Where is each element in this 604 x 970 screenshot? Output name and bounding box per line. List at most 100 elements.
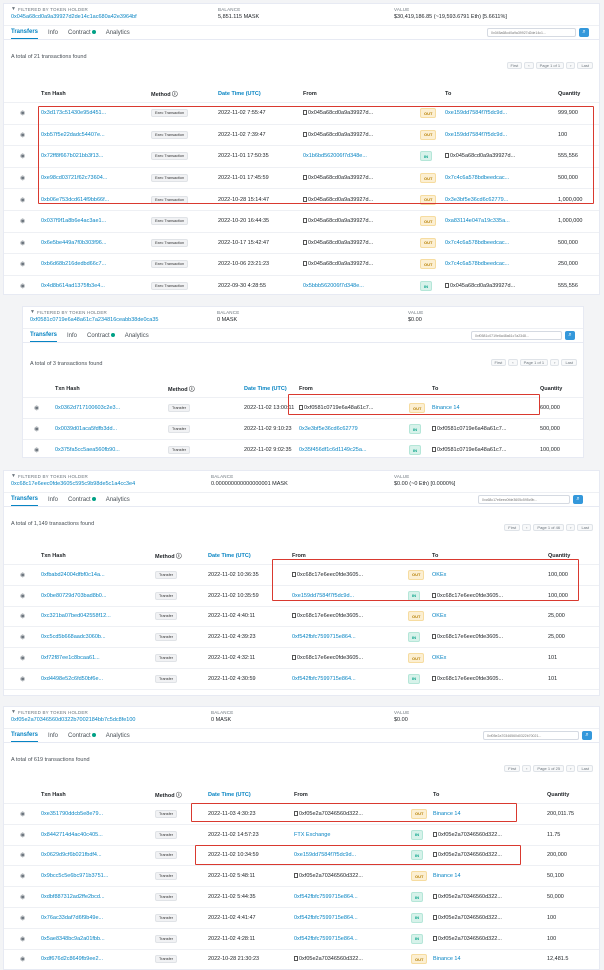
eye-icon[interactable]: ◉	[20, 655, 25, 662]
tab-info[interactable]: Info	[48, 497, 58, 506]
from-address[interactable]: 0xf542fbfc7599715e864...	[292, 676, 356, 682]
eye-icon[interactable]: ◉	[20, 175, 25, 182]
last-page-button[interactable]: Last	[577, 62, 593, 69]
tab-info[interactable]: Info	[48, 733, 58, 742]
tab-contract[interactable]: Contract	[87, 333, 115, 342]
eye-icon[interactable]: ◉	[20, 873, 25, 880]
from-address[interactable]: 0xf542fbfc7599715e864...	[292, 634, 356, 640]
from-address[interactable]: 0x1b6bd562006f7d348e...	[303, 153, 367, 159]
txn-hash-link[interactable]: 0xe98cd03721f62c73604...	[41, 175, 107, 181]
next-page-button[interactable]: ›	[550, 359, 560, 366]
from-address[interactable]: 0xf542fbfc7599715e864...	[294, 894, 358, 900]
txn-hash-link[interactable]: 0x4d8b614ad1375fb3e4...	[41, 283, 105, 289]
txn-hash-link[interactable]: 0x0039d01aca5fdfb3dd...	[55, 426, 117, 432]
tab-analytics[interactable]: Analytics	[106, 733, 130, 742]
from-address[interactable]: 0x3e3bf5e36cd6c62779	[299, 426, 358, 432]
to-address[interactable]: OKEx	[432, 655, 446, 661]
tab-contract[interactable]: Contract	[68, 497, 96, 506]
eye-icon[interactable]: ◉	[20, 894, 25, 901]
txn-hash-link[interactable]: 0xe351790ddcb5e8e79...	[41, 811, 103, 817]
from-address[interactable]: 0xe159dd7584f7f5dc9d...	[294, 852, 356, 858]
col-date-time[interactable]: Date Time (UTC)	[218, 91, 261, 97]
search-button[interactable]: ⌕	[573, 495, 583, 504]
next-page-button[interactable]: ›	[566, 765, 576, 772]
search-input[interactable]: 0xf05e2a70346560d0322b70021...	[483, 731, 579, 740]
search-input[interactable]: 0x045a68cd0a9a39927d2de14c1...	[487, 28, 576, 37]
txn-hash-link[interactable]: 0xdbf887312ad2ffe2bcd...	[41, 894, 105, 900]
eye-icon[interactable]: ◉	[34, 447, 39, 454]
eye-icon[interactable]: ◉	[34, 426, 39, 433]
txn-hash-link[interactable]: 0x9bcc5c5e6bc971b3751...	[41, 873, 108, 879]
search-input[interactable]: 0xc68c17e6eec0fde3605c595c9b...	[478, 495, 570, 504]
eye-icon[interactable]: ◉	[20, 852, 25, 859]
tab-info[interactable]: Info	[48, 30, 58, 39]
txn-hash-link[interactable]: 0xb6d68b216dedbd66c7...	[41, 261, 106, 267]
txn-hash-link[interactable]: 0x76ac33daf7d6f9b49e...	[41, 915, 103, 921]
eye-icon[interactable]: ◉	[20, 810, 25, 817]
first-page-button[interactable]: First	[504, 524, 521, 531]
txn-hash-link[interactable]: 0x72ff8f667b021bb3f13...	[41, 153, 103, 159]
next-page-button[interactable]: ›	[566, 62, 576, 69]
to-address[interactable]: 0xe159dd7584f7f5dc9d...	[445, 132, 507, 138]
eye-icon[interactable]: ◉	[20, 239, 25, 246]
to-address[interactable]: Binance 14	[433, 811, 461, 817]
eye-icon[interactable]: ◉	[20, 571, 25, 578]
last-page-button[interactable]: Last	[577, 765, 593, 772]
eye-icon[interactable]: ◉	[20, 153, 25, 160]
tab-contract[interactable]: Contract	[68, 733, 96, 742]
txn-hash-link[interactable]: 0xd4498e52c6fd50bf6e...	[41, 676, 103, 682]
last-page-button[interactable]: Last	[561, 359, 577, 366]
search-button[interactable]: ⌕	[565, 331, 575, 340]
col-date-time[interactable]: Date Time (UTC)	[208, 553, 251, 559]
txn-hash-link[interactable]: 0x8442714d4ac40c405...	[41, 832, 103, 838]
eye-icon[interactable]: ◉	[20, 935, 25, 942]
col-date-time[interactable]: Date Time (UTC)	[208, 792, 251, 798]
txn-hash-link[interactable]: 0x0362d717100603c2e3...	[55, 405, 120, 411]
prev-page-button[interactable]: ‹	[522, 765, 532, 772]
tab-contract[interactable]: Contract	[68, 30, 96, 39]
eye-icon[interactable]: ◉	[20, 110, 25, 117]
eye-icon[interactable]: ◉	[20, 131, 25, 138]
tab-transfers[interactable]: Transfers	[11, 496, 39, 506]
eye-icon[interactable]: ◉	[20, 956, 25, 963]
txn-hash-link[interactable]: 0x037f9f1a8b6e4ac3ae1...	[41, 218, 106, 224]
eye-icon[interactable]: ◉	[20, 914, 25, 921]
eye-icon[interactable]: ◉	[20, 592, 25, 599]
eye-icon[interactable]: ◉	[20, 261, 25, 268]
eye-icon[interactable]: ◉	[20, 634, 25, 641]
from-address[interactable]: FTX Exchange	[294, 832, 330, 838]
to-address[interactable]: 0x7c4c6a578bdbeedcac...	[445, 240, 509, 246]
to-address[interactable]: Binance 14	[433, 956, 461, 962]
to-address[interactable]: 0x3e3bf5e36cd6c62779...	[445, 197, 508, 203]
txn-hash-link[interactable]: 0x0be80729d703bad8b0...	[41, 593, 106, 599]
txn-hash-link[interactable]: 0x3d173c51430e95d451...	[41, 110, 106, 116]
to-address[interactable]: OKEx	[432, 572, 446, 578]
prev-page-button[interactable]: ‹	[522, 524, 532, 531]
to-address[interactable]: 0xe159dd7584f7f5dc9d...	[445, 110, 507, 116]
to-address[interactable]: 0x7c4c6a578bdbeedcac...	[445, 261, 509, 267]
txn-hash-link[interactable]: 0xc321ba07bed042558f12...	[41, 613, 111, 619]
to-address[interactable]: OKEx	[432, 613, 446, 619]
to-address[interactable]: 0x7c4c6a578bdbeedcac...	[445, 175, 509, 181]
holder-address[interactable]: 0xf05e2a70346560d0322b7002184bb7c5dc8fe1…	[11, 717, 135, 723]
from-address[interactable]: 0xf542fbfc7599715e864...	[294, 915, 358, 921]
txn-hash-link[interactable]: 0xb57f5e22dadc54407e...	[41, 132, 105, 138]
prev-page-button[interactable]: ‹	[508, 359, 518, 366]
tab-analytics[interactable]: Analytics	[106, 30, 130, 39]
holder-address[interactable]: 0xf0581c0719e6a48a61c7a234816ceabb38de0c…	[30, 317, 158, 323]
search-input[interactable]: 0xf0581c0719e6a48a61c7a2348...	[471, 331, 562, 340]
txn-hash-link[interactable]: 0xf72f87ee1c8bcaa61...	[41, 655, 100, 661]
from-address[interactable]: 0x5bbb562006f7d348e...	[303, 283, 364, 289]
txn-hash-link[interactable]: 0xc5cd5b668aadc3060b...	[41, 634, 106, 640]
from-address[interactable]: 0xf542fbfc7599715e864...	[294, 936, 358, 942]
eye-icon[interactable]: ◉	[34, 405, 39, 412]
eye-icon[interactable]: ◉	[20, 675, 25, 682]
eye-icon[interactable]: ◉	[20, 613, 25, 620]
prev-page-button[interactable]: ‹	[524, 62, 534, 69]
eye-icon[interactable]: ◉	[20, 831, 25, 838]
txn-hash-link[interactable]: 0xfbabd24004dfbf0c14a...	[41, 572, 105, 578]
tab-analytics[interactable]: Analytics	[106, 497, 130, 506]
to-address[interactable]: 0xa83114e047a19c335a...	[445, 218, 510, 224]
first-page-button[interactable]: First	[490, 359, 507, 366]
tab-info[interactable]: Info	[67, 333, 77, 342]
